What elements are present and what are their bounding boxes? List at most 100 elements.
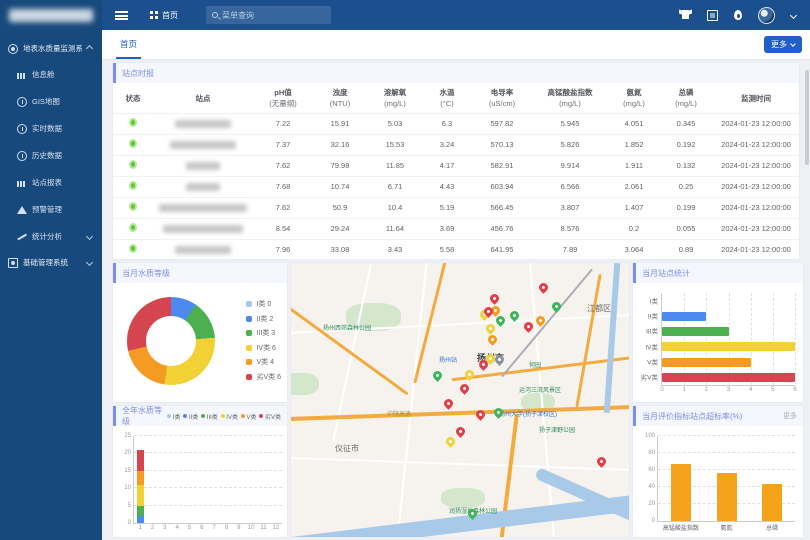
value-cell: 2024-01-23 12:00:00	[711, 134, 800, 155]
column-header: 高锰酸盐指数(mg/L)	[533, 83, 607, 113]
value-cell: 2024-01-23 12:00:00	[711, 197, 800, 218]
stacked-bar-month-1[interactable]	[137, 436, 144, 523]
sidebar-item-stats[interactable]: 统计分析	[0, 223, 102, 250]
legend-color-dot	[246, 345, 252, 351]
hbar-4[interactable]	[662, 358, 751, 367]
legend-item[interactable]: I类	[167, 412, 180, 421]
flame-icon[interactable]	[734, 10, 742, 20]
station-marker-yellow[interactable]	[444, 435, 457, 448]
sidebar-item-gis[interactable]: GIS地图	[0, 88, 102, 115]
legend-item[interactable]: V类	[241, 412, 257, 421]
value-cell: 0.2	[607, 218, 661, 239]
x-tick-label: 6	[789, 387, 801, 393]
hbar-1[interactable]	[662, 312, 706, 321]
station-marker-red[interactable]	[595, 455, 608, 468]
column-header: 溶解氧(mg/L)	[367, 83, 423, 113]
panel-title-month-grade: 当月水质等级	[113, 263, 287, 283]
sidebar-group-0[interactable]: 地表水质量监测系统	[0, 36, 102, 61]
station-cell	[153, 239, 253, 260]
sidebar-group-1[interactable]: 基础管理系统	[0, 250, 102, 275]
legend-item[interactable]: IV类 6	[246, 343, 281, 353]
y-tick-label: 10	[124, 485, 131, 491]
status-cell	[113, 197, 153, 218]
value-cell: 3.69	[423, 218, 471, 239]
legend-item[interactable]: III类	[201, 412, 218, 421]
column-header: 浊度(NTU)	[313, 83, 367, 113]
value-cell: 1.852	[607, 134, 661, 155]
map-label: 扬州站	[439, 355, 457, 364]
legend-item[interactable]: III类 3	[246, 328, 281, 338]
column-title: 监测时间	[713, 93, 799, 104]
sidebar-item-realtime[interactable]: 实时数据	[0, 115, 102, 142]
legend-item[interactable]: IV类	[221, 412, 238, 421]
page-scrollbar[interactable]	[805, 70, 809, 165]
y-tick-label: 25	[124, 433, 131, 439]
legend-item[interactable]: II类	[183, 412, 198, 421]
station-marker-yellow[interactable]	[484, 322, 497, 335]
station-marker-green[interactable]	[550, 300, 563, 313]
menu-search-input[interactable]: 菜单查询	[206, 6, 331, 24]
chevron-down-icon[interactable]	[790, 11, 797, 18]
column-unit: (无量纲)	[255, 98, 311, 109]
tab-home[interactable]: 首页	[116, 30, 141, 59]
legend-item[interactable]: 劣V类	[259, 412, 281, 421]
panel-title-text: 站点时报	[122, 68, 154, 79]
legend-item[interactable]: II类 2	[246, 314, 281, 324]
station-cell	[153, 176, 253, 197]
station-cell	[153, 134, 253, 155]
legend-label: IV类	[226, 412, 238, 421]
station-marker-red[interactable]	[442, 397, 455, 410]
donut-chart[interactable]	[127, 297, 215, 385]
station-map[interactable]: 扬州市江都区仪征市沪陕高速扬州西郊森林公园运河三湾风景区润扬湿地森林公园何园扬州…	[290, 262, 630, 538]
column-unit: (mg/L)	[663, 98, 709, 109]
status-cell	[113, 113, 153, 134]
column-title: 状态	[115, 93, 151, 104]
category-label: II类	[648, 311, 658, 321]
user-avatar[interactable]	[758, 7, 775, 24]
hbar-5[interactable]	[662, 373, 795, 382]
x-tick-label: 6	[196, 525, 208, 531]
value-cell: 7.62	[253, 155, 313, 176]
category-label: 高锰酸盐指数	[658, 523, 704, 532]
breadcrumb-home[interactable]: 首页	[150, 10, 178, 21]
sidebar-item-warning[interactable]: 预警管理	[0, 196, 102, 223]
fullscreen-icon[interactable]	[707, 10, 718, 21]
station-marker-red[interactable]	[488, 292, 501, 305]
tabbar: 首页 更多	[102, 30, 810, 60]
legend-item[interactable]: 劣V类 6	[246, 372, 281, 382]
map-label: 何园	[529, 360, 541, 369]
hbar-3[interactable]	[662, 342, 795, 351]
station-marker-red[interactable]	[454, 425, 467, 438]
legend-color-dot	[246, 359, 252, 365]
stats-icon	[17, 232, 27, 242]
station-marker-green[interactable]	[431, 369, 444, 382]
legend-item[interactable]: V类 4	[246, 357, 281, 367]
vbar-1[interactable]	[717, 473, 737, 521]
column-title: 高锰酸盐指数	[535, 87, 605, 98]
station-marker-red[interactable]	[458, 382, 471, 395]
y-tick-label: 15	[124, 468, 131, 474]
clock-icon	[17, 124, 27, 134]
station-marker-red[interactable]	[537, 281, 550, 294]
category-label: 劣V类	[641, 372, 658, 382]
vbar-2[interactable]	[762, 484, 782, 521]
value-cell: 2024-01-23 12:00:00	[711, 218, 800, 239]
y-tick-label: 0	[128, 520, 131, 526]
menu-toggle-icon[interactable]	[115, 11, 128, 20]
vbar-0[interactable]	[671, 464, 691, 521]
station-marker-red[interactable]	[522, 320, 535, 333]
theme-skin-icon[interactable]	[680, 10, 691, 21]
station-marker-orange[interactable]	[486, 333, 499, 346]
value-cell: 566.45	[471, 197, 533, 218]
legend-item[interactable]: I类 0	[246, 299, 281, 309]
exceed-more-link[interactable]: 更多	[783, 411, 797, 421]
table-row: 7.3732.1615.533.24570.135.8261.8520.1922…	[113, 134, 800, 155]
hbar-2[interactable]	[662, 327, 729, 336]
y-tick-label: 0	[652, 518, 655, 524]
sidebar-item-history[interactable]: 历史数据	[0, 142, 102, 169]
sidebar: 地表水质量监测系统信息舱GIS地图实时数据历史数据站点报表预警管理统计分析基础管…	[0, 0, 102, 540]
sidebar-item-report[interactable]: 站点报表	[0, 169, 102, 196]
sidebar-item-info[interactable]: 信息舱	[0, 61, 102, 88]
more-button[interactable]: 更多	[764, 36, 802, 53]
sidebar-group-label: 地表水质量监测系统	[23, 43, 82, 54]
